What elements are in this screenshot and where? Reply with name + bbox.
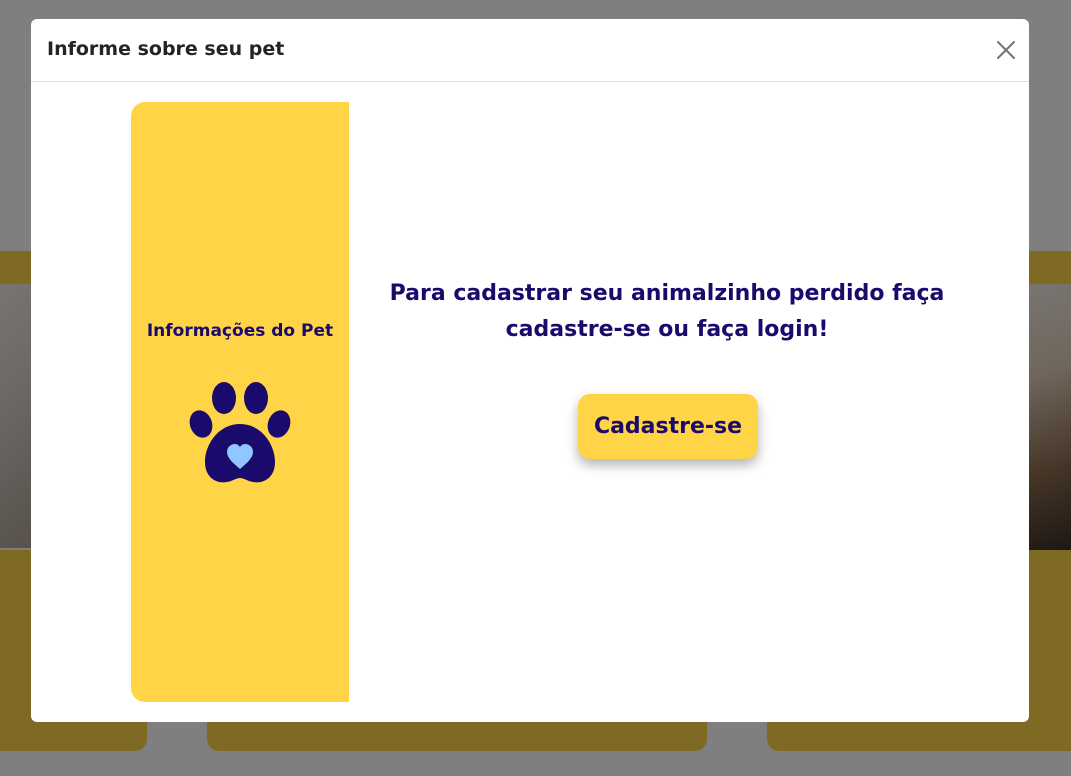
close-icon [997, 41, 1015, 59]
modal-header: Informe sobre seu pet [31, 19, 1029, 82]
modal-title: Informe sobre seu pet [47, 38, 285, 60]
sidebar-title: Informações do Pet [146, 321, 334, 341]
pet-info-modal: Informe sobre seu pet Informações do Pet… [31, 19, 1029, 722]
pet-info-sidebar: Informações do Pet [131, 102, 349, 702]
register-button[interactable]: Cadastre-se [578, 394, 758, 459]
paw-heart-icon [189, 382, 291, 483]
close-button[interactable] [995, 39, 1017, 61]
register-prompt-message: Para cadastrar seu animalzinho perdido f… [389, 281, 945, 342]
